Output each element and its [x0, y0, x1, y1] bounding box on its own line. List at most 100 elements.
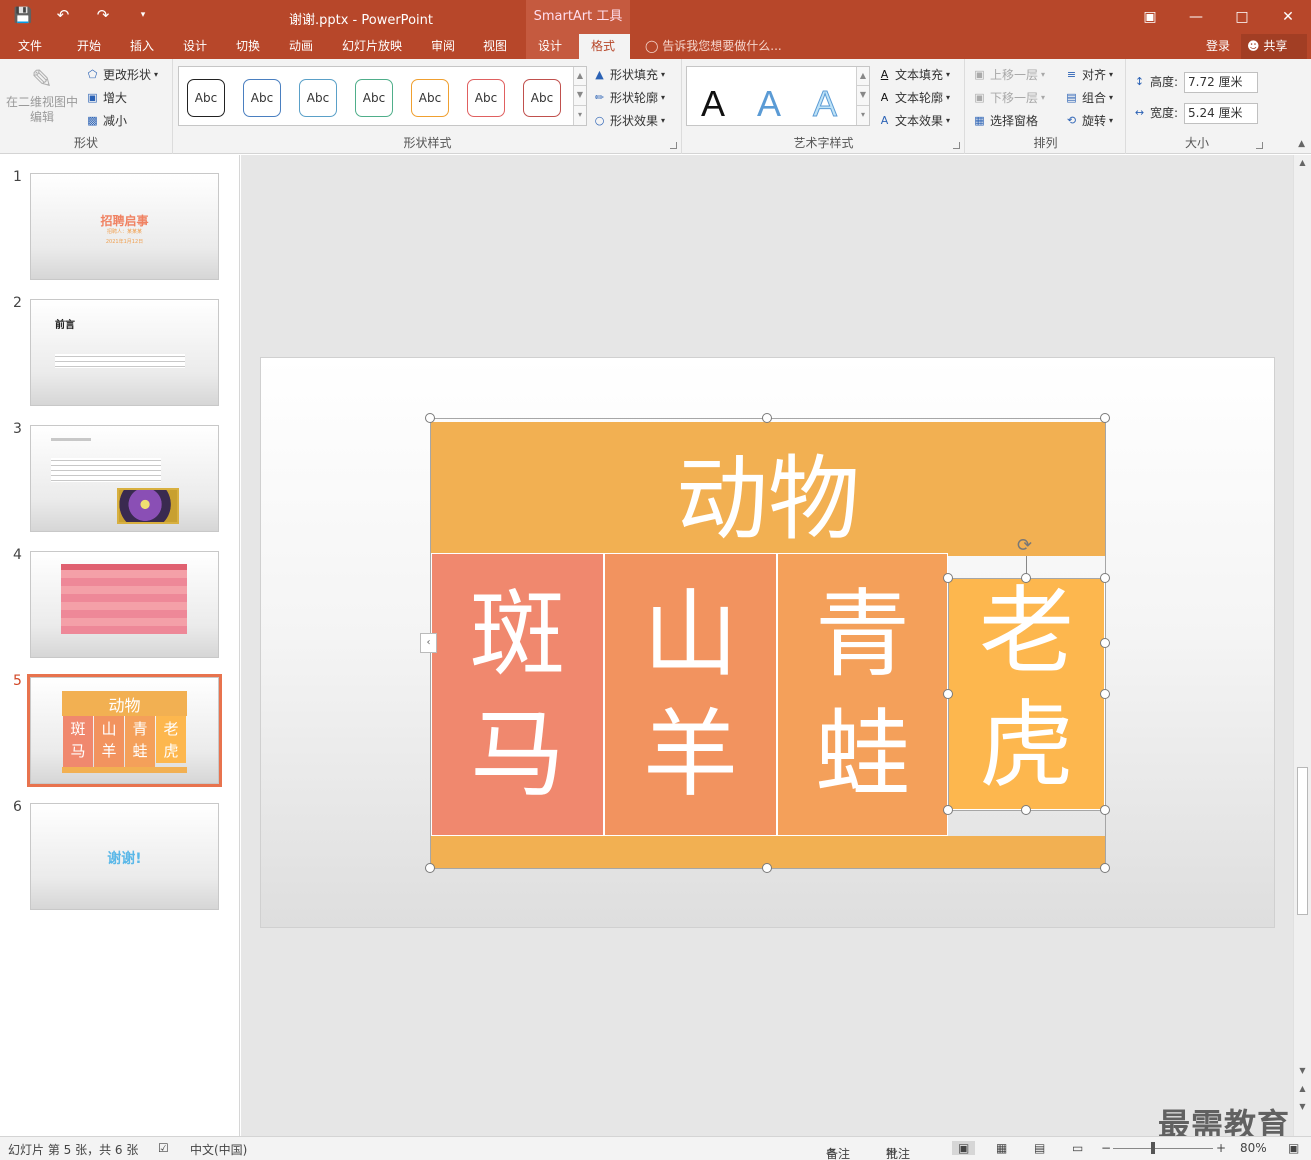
wordart-sample-blue[interactable]: A	[757, 83, 781, 125]
resize-handle[interactable]	[425, 413, 435, 423]
reading-view-icon[interactable]: ▤	[1034, 1141, 1045, 1155]
text-fill-button[interactable]: A 文本填充 ▾	[877, 66, 950, 83]
tab-review[interactable]: 审阅	[431, 34, 455, 59]
tab-view[interactable]: 视图	[483, 34, 507, 59]
resize-handle[interactable]	[762, 863, 772, 873]
login-link[interactable]: 登录	[1206, 34, 1230, 59]
slideshow-icon[interactable]: ▭	[1072, 1141, 1083, 1155]
save-icon[interactable]: 💾	[14, 6, 33, 24]
prev-slide-icon[interactable]: ▲	[1294, 1081, 1311, 1097]
tab-insert[interactable]: 插入	[130, 34, 154, 59]
text-effects-button[interactable]: A 文本效果 ▾	[877, 112, 950, 129]
scroll-thumb[interactable]	[1297, 767, 1308, 915]
tab-smartart-format[interactable]: 格式	[579, 34, 630, 59]
redo-icon[interactable]: ↷	[94, 6, 112, 24]
gallery-scroll[interactable]: ▲ ▼ ▾	[856, 67, 869, 125]
vertical-scrollbar[interactable]: ▲ ▼ ▲ ▼	[1293, 155, 1311, 1136]
tab-home[interactable]: 开始	[77, 34, 101, 59]
align-button[interactable]: ≡ 对齐 ▾	[1064, 66, 1113, 83]
dialog-launcher-icon[interactable]	[1256, 142, 1263, 149]
shape-outline-button[interactable]: ✏ 形状轮廓 ▾	[592, 89, 665, 106]
dialog-launcher-icon[interactable]	[953, 142, 960, 149]
resize-handle[interactable]	[943, 573, 953, 583]
resize-handle[interactable]	[943, 689, 953, 699]
resize-handle[interactable]	[1021, 573, 1031, 583]
zoom-out-icon[interactable]: −	[1101, 1141, 1111, 1155]
undo-icon[interactable]: ↶	[54, 6, 72, 24]
slide-thumbnail-3[interactable]	[30, 425, 219, 532]
fit-to-window-icon[interactable]: ▣	[1288, 1141, 1299, 1155]
width-input[interactable]: 5.24 厘米	[1184, 103, 1258, 124]
gallery-up-icon[interactable]: ▲	[857, 67, 869, 87]
tell-me-box[interactable]: ◯ 告诉我您想要做什么...	[645, 34, 782, 59]
minimize-icon[interactable]: —	[1173, 0, 1219, 34]
shape-style-swatch[interactable]: Abc	[243, 79, 281, 117]
tab-design[interactable]: 设计	[183, 34, 207, 59]
tab-file[interactable]: 文件	[18, 34, 42, 59]
collapse-ribbon-icon[interactable]: ▲	[1298, 139, 1305, 149]
slide-thumbnail-6[interactable]: 谢谢!	[30, 803, 219, 910]
gallery-up-icon[interactable]: ▲	[574, 67, 586, 87]
resize-handle[interactable]	[1100, 573, 1110, 583]
slide-thumbnail-1[interactable]: 招聘启事 招聘人：某某某 2021年1月12日	[30, 173, 219, 280]
resize-handle[interactable]	[1100, 689, 1110, 699]
rotate-handle-icon[interactable]: ⟳	[1017, 535, 1032, 556]
shape-style-swatch[interactable]: Abc	[467, 79, 505, 117]
wordart-sample-black[interactable]: A	[701, 83, 725, 125]
slide-thumbnail-2[interactable]: 前言	[30, 299, 219, 406]
text-pane-toggle-icon[interactable]: ‹	[420, 633, 437, 653]
share-button[interactable]: ☻ 共享	[1241, 34, 1307, 59]
slide-sorter-icon[interactable]: ▦	[996, 1141, 1007, 1155]
resize-handle[interactable]	[425, 863, 435, 873]
zoom-level[interactable]: 80%	[1240, 1141, 1267, 1155]
zoom-slider-knob[interactable]	[1151, 1142, 1155, 1154]
tab-slideshow[interactable]: 幻灯片放映	[342, 34, 402, 59]
zoom-slider[interactable]	[1113, 1148, 1213, 1149]
shape-fill-button[interactable]: ▲ 形状填充 ▾	[592, 66, 665, 83]
edit-in-2d-button[interactable]: ✎ 在二维视图中编辑	[6, 65, 78, 125]
gallery-more-icon[interactable]: ▾	[574, 106, 586, 125]
resize-handle[interactable]	[943, 805, 953, 815]
group-button[interactable]: ▤ 组合 ▾	[1064, 89, 1113, 106]
resize-handle[interactable]	[1021, 805, 1031, 815]
bring-forward-button[interactable]: ▣ 上移一层 ▾	[972, 66, 1045, 83]
ribbon-display-icon[interactable]: ▣	[1127, 0, 1173, 34]
selection-pane-button[interactable]: ▦ 选择窗格	[972, 112, 1038, 129]
shape-style-swatch[interactable]: Abc	[187, 79, 225, 117]
resize-handle[interactable]	[1100, 413, 1110, 423]
language-indicator[interactable]: 中文(中国)	[190, 1141, 247, 1158]
dialog-launcher-icon[interactable]	[670, 142, 677, 149]
maximize-icon[interactable]: □	[1219, 0, 1265, 34]
gallery-scroll[interactable]: ▲ ▼ ▾	[573, 67, 586, 125]
smaller-button[interactable]: ▩ 减小	[85, 112, 127, 129]
scroll-up-icon[interactable]: ▲	[1294, 155, 1311, 171]
text-outline-button[interactable]: A 文本轮廓 ▾	[877, 89, 950, 106]
tab-animations[interactable]: 动画	[289, 34, 313, 59]
spellcheck-icon[interactable]: ☑	[158, 1141, 169, 1155]
tab-smartart-design[interactable]: 设计	[526, 34, 579, 59]
resize-handle[interactable]	[1100, 638, 1110, 648]
send-backward-button[interactable]: ▣ 下移一层 ▾	[972, 89, 1045, 106]
height-input[interactable]: 7.72 厘米	[1184, 72, 1258, 93]
tab-transitions[interactable]: 切换	[236, 34, 260, 59]
gallery-down-icon[interactable]: ▼	[857, 86, 869, 106]
scroll-down-icon[interactable]: ▼	[1294, 1063, 1311, 1079]
resize-handle[interactable]	[1100, 805, 1110, 815]
customize-icon[interactable]: ▾	[134, 6, 152, 24]
normal-view-icon[interactable]: ▣	[952, 1141, 976, 1155]
shape-style-swatch[interactable]: Abc	[299, 79, 337, 117]
resize-handle[interactable]	[762, 413, 772, 423]
shape-style-swatch[interactable]: Abc	[523, 79, 561, 117]
slide-thumbnail-4[interactable]	[30, 551, 219, 658]
next-slide-icon[interactable]: ▼	[1294, 1099, 1311, 1115]
resize-handle[interactable]	[1100, 863, 1110, 873]
shape-style-swatch[interactable]: Abc	[355, 79, 393, 117]
shape-effects-button[interactable]: ○ 形状效果 ▾	[592, 112, 665, 129]
wordart-sample-outline[interactable]: A	[812, 83, 837, 125]
gallery-down-icon[interactable]: ▼	[574, 86, 586, 106]
shape-style-gallery[interactable]: Abc Abc Abc Abc Abc Abc Abc ▲ ▼ ▾	[178, 66, 587, 126]
rotate-button[interactable]: ⟲ 旋转 ▾	[1064, 112, 1113, 129]
close-icon[interactable]: ✕	[1265, 0, 1311, 34]
wordart-gallery[interactable]: A A A ▲ ▼ ▾	[686, 66, 870, 126]
gallery-more-icon[interactable]: ▾	[857, 106, 869, 125]
